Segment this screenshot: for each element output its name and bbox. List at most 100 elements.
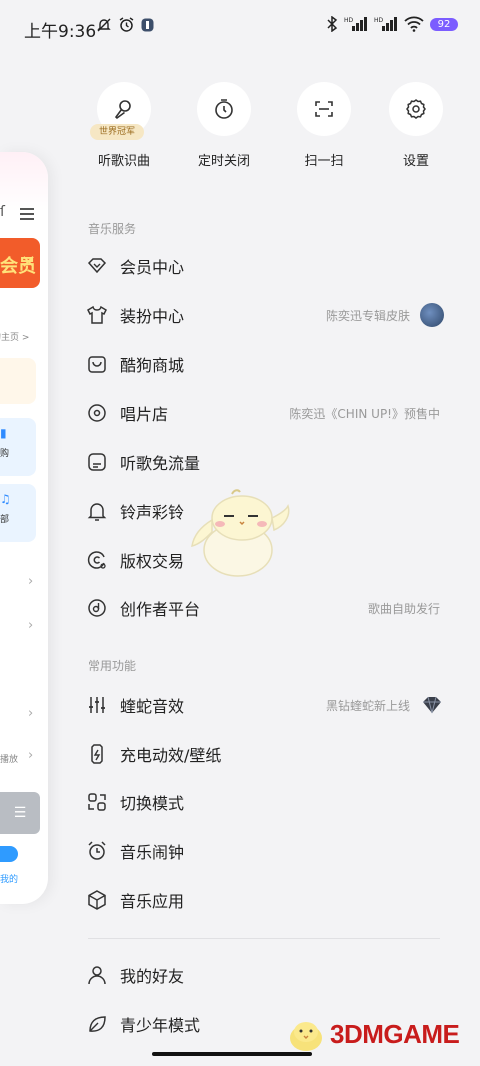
status-bar: 上午9:36 HD HD 92 (0, 0, 480, 52)
creator-icon (88, 599, 106, 617)
menu-label: 听歌免流量 (120, 454, 201, 473)
shopping-bag-icon (88, 356, 106, 373)
menu-item-music-apps[interactable]: 音乐应用 (84, 880, 444, 920)
profile-link[interactable]: 的主页 > (0, 330, 29, 343)
sleep-timer-button[interactable]: 定时关闭 (184, 82, 264, 169)
quick-actions: 世界冠军 听歌识曲 定时关闭 扫一扫 设置 (84, 82, 444, 172)
note-icon: ▮ (0, 426, 7, 440)
mic-icon (114, 100, 131, 120)
bluetooth-icon (327, 16, 338, 32)
background-page-peek[interactable]: ſ 会员 ✕ 的主页 > ▮ 购 ♫ 部 › › › 播放 › ☰ 我的 (0, 152, 48, 904)
menu-label: 切换模式 (120, 794, 185, 813)
status-time: 上午9:36 (24, 22, 97, 42)
section-title-common-functions: 常用功能 (88, 659, 137, 673)
charging-icon (91, 744, 103, 764)
my-tab-icon[interactable] (0, 846, 18, 862)
cube-icon (88, 890, 106, 910)
menu-extra: 陈奕迅《CHIN UP!》预售中 (289, 406, 440, 421)
user-icon (88, 966, 106, 985)
diamond-icon (87, 258, 107, 274)
vinyl-icon (88, 404, 106, 422)
equalizer-icon (89, 697, 105, 713)
menu-item-alarm[interactable]: 音乐闹钟 (84, 831, 444, 871)
skin-avatar (420, 303, 444, 327)
menu-label: 唱片店 (120, 405, 169, 424)
quick-label: 听歌识曲 (97, 154, 150, 169)
watermark: 3DMGAME (286, 1014, 460, 1054)
menu-extra: 歌曲自助发行 (367, 601, 440, 616)
wifi-icon (404, 16, 424, 32)
my-tab-label[interactable]: 我的 (0, 872, 18, 885)
pen-icon: ſ (0, 204, 5, 220)
svg-text:HD: HD (374, 17, 384, 24)
menu-extra: 黑钻蝰蛇新上线 (325, 698, 410, 713)
menu-item-kugou-mall[interactable]: 酷狗商城 (84, 344, 444, 384)
menu-label: 会员中心 (120, 258, 185, 277)
status-left-icons (96, 16, 154, 33)
quick-label: 定时关闭 (197, 154, 250, 169)
battery-indicator: 92 (430, 17, 458, 31)
menu-item-free-data[interactable]: 听歌免流量 (84, 442, 444, 482)
menu-label: 酷狗商城 (120, 356, 185, 375)
menu-label: 音乐应用 (120, 892, 185, 911)
bell-icon (87, 503, 107, 521)
status-right-icons: HD HD 92 (326, 16, 458, 32)
leaf-icon (89, 1016, 106, 1032)
chevron-right-icon[interactable]: › (28, 574, 33, 589)
sim-card-icon (88, 453, 106, 471)
svg-text:HD: HD (344, 17, 354, 24)
signal-icon: HD (374, 17, 397, 31)
home-indicator[interactable] (152, 1052, 312, 1056)
quick-label: 设置 (402, 154, 429, 169)
tshirt-icon (87, 305, 107, 324)
menu-icon (20, 208, 34, 220)
menu-item-creator[interactable]: 创作者平台 歌曲自助发行 (84, 588, 444, 628)
menu-label: 音乐闹钟 (120, 843, 185, 862)
quick-badge: 世界冠军 (90, 124, 144, 140)
menu-item-dress-center[interactable]: 装扮中心 陈奕迅专辑皮肤 (84, 295, 444, 335)
mascot-character-icon[interactable] (186, 488, 294, 580)
signal-icon: HD (344, 17, 367, 31)
menu-label: 我的好友 (120, 967, 185, 986)
menu-item-vip-center[interactable]: 会员中心 (84, 246, 444, 286)
menu-extra: 陈奕迅专辑皮肤 (325, 308, 410, 323)
playlist-button[interactable]: ☰ (0, 792, 40, 834)
promo-card[interactable] (0, 358, 36, 404)
gear-icon (406, 99, 426, 119)
alarm-clock-icon (88, 841, 106, 860)
chevron-right-icon[interactable]: › (28, 618, 33, 633)
menu-item-charging[interactable]: 充电动效/壁纸 (84, 734, 444, 774)
chevron-right-icon[interactable]: › (28, 706, 33, 721)
menu-item-record-store[interactable]: 唱片店 陈奕迅《CHIN UP!》预售中 (84, 393, 444, 433)
settings-button[interactable]: 设置 (376, 82, 456, 169)
vip-banner[interactable]: 会员 ✕ (0, 238, 40, 288)
watermark-logo-icon (290, 1022, 322, 1051)
feature-card[interactable]: ▮ 购 (0, 418, 36, 476)
chevron-right-icon[interactable]: › (28, 748, 33, 763)
menu-label: 装扮中心 (120, 307, 185, 326)
divider (88, 938, 440, 939)
menu-label: 蝰蛇音效 (120, 697, 185, 716)
song-recognition-button[interactable]: 世界冠军 听歌识曲 (84, 82, 164, 169)
black-diamond-icon (423, 696, 441, 714)
menu-item-viper-sound[interactable]: 蝰蛇音效 黑钻蝰蛇新上线 (84, 685, 444, 725)
copyright-icon (87, 551, 106, 569)
menu-label: 创作者平台 (120, 600, 201, 619)
app-notification-icon (141, 18, 154, 31)
menu-item-friends[interactable]: 我的好友 (84, 955, 444, 995)
timer-icon (215, 99, 233, 119)
scan-button[interactable]: 扫一扫 (284, 82, 364, 169)
music-note-icon: ♫ (0, 492, 11, 506)
quick-label: 扫一扫 (304, 154, 344, 169)
switch-mode-icon (88, 793, 106, 811)
scan-icon (315, 101, 333, 117)
alarm-icon (119, 17, 134, 32)
row-text: 播放 (0, 755, 19, 765)
mute-bell-icon (97, 18, 111, 31)
menu-label: 充电动效/壁纸 (120, 746, 222, 765)
close-icon[interactable]: ✕ (21, 252, 36, 273)
feature-card[interactable]: ♫ 部 (0, 484, 36, 542)
section-title-music-services: 音乐服务 (88, 222, 137, 236)
menu-item-switch-mode[interactable]: 切换模式 (84, 782, 444, 822)
watermark-text: 3DMGAME (330, 1018, 460, 1049)
